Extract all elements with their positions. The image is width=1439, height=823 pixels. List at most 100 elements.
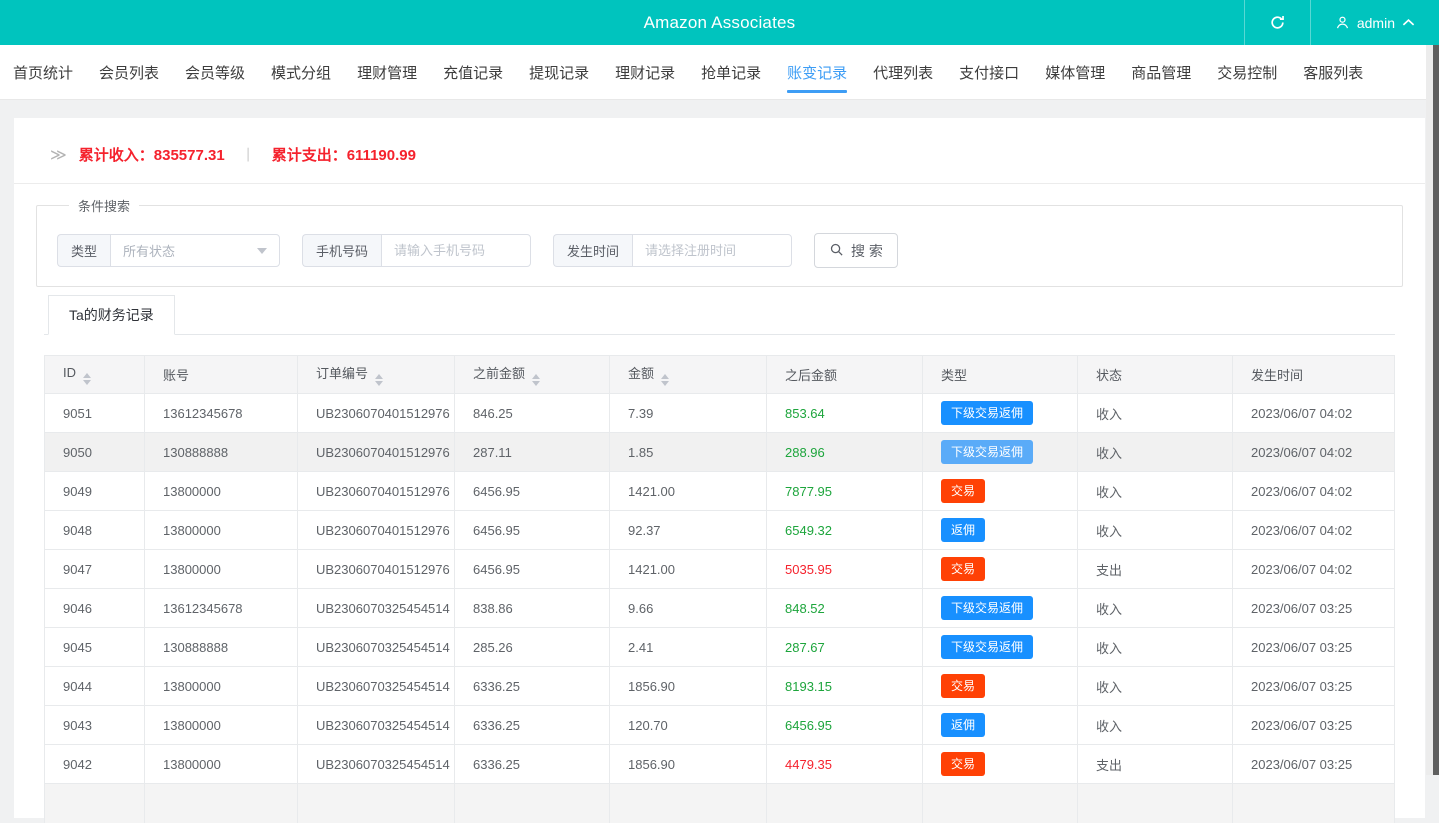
nav-item[interactable]: 代理列表 <box>873 45 933 99</box>
type-tag-button[interactable]: 下级交易返佣 <box>941 440 1033 464</box>
type-tag-button[interactable]: 交易 <box>941 752 985 776</box>
nav-item[interactable]: 交易控制 <box>1217 45 1277 99</box>
sort-icon[interactable] <box>375 374 383 386</box>
type-tag-button[interactable]: 下级交易返佣 <box>941 596 1033 620</box>
cell-status: 收入 <box>1078 472 1233 511</box>
refresh-button[interactable] <box>1244 0 1310 45</box>
table-row[interactable]: 904413800000UB23060703254545146336.25185… <box>45 667 1395 706</box>
cell-before-amount: 6336.25 <box>455 745 610 784</box>
type-tag-button[interactable]: 交易 <box>941 479 985 503</box>
type-filter-group: 类型 所有状态 <box>57 234 280 267</box>
nav-item[interactable]: 充值记录 <box>443 45 503 99</box>
sort-icon[interactable] <box>661 374 669 386</box>
cell-after-amount: 853.64 <box>767 394 923 433</box>
cell-type: 下级交易返佣 <box>923 433 1078 472</box>
nav-item[interactable]: 提现记录 <box>529 45 589 99</box>
type-tag-button[interactable]: 下级交易返佣 <box>941 635 1033 659</box>
cell-before-amount: 6336.25 <box>455 706 610 745</box>
nav-item[interactable]: 商品管理 <box>1131 45 1191 99</box>
cell-after-amount: 5035.95 <box>767 550 923 589</box>
table-row[interactable]: 905113612345678UB2306070401512976846.257… <box>45 394 1395 433</box>
nav-item[interactable]: 理财管理 <box>357 45 417 99</box>
cell-empty <box>610 784 767 823</box>
cell-after-amount: 8193.15 <box>767 667 923 706</box>
nav-item[interactable]: 会员等级 <box>185 45 245 99</box>
type-filter-select[interactable]: 所有状态 <box>110 234 280 267</box>
cell-after-amount: 4479.35 <box>767 745 923 784</box>
nav-item[interactable]: 账变记录 <box>787 45 847 99</box>
sort-icon[interactable] <box>532 374 540 386</box>
cell-account: 130888888 <box>145 628 298 667</box>
table-row[interactable]: 9050130888888UB2306070401512976287.111.8… <box>45 433 1395 472</box>
time-filter-group: 发生时间 <box>553 234 792 267</box>
table-row[interactable]: 9045130888888UB2306070325454514285.262.4… <box>45 628 1395 667</box>
column-header-order_no[interactable]: 订单编号 <box>298 356 455 394</box>
double-chevron-icon: ≫ <box>50 145 67 165</box>
cell-amount: 2.41 <box>610 628 767 667</box>
nav-item[interactable]: 客服列表 <box>1303 45 1363 99</box>
chevron-up-icon <box>1402 18 1415 27</box>
tab-bar: Ta的财务记录 <box>44 295 1395 335</box>
cell-before-amount: 287.11 <box>455 433 610 472</box>
cell-account: 13800000 <box>145 706 298 745</box>
sort-icon[interactable] <box>83 373 91 385</box>
column-header-time: 发生时间 <box>1233 356 1395 394</box>
page-scrollbar-thumb[interactable] <box>1433 45 1439 775</box>
chevron-down-icon <box>257 248 267 254</box>
tab-financial-records[interactable]: Ta的财务记录 <box>48 295 175 335</box>
search-button[interactable]: 搜 索 <box>814 233 898 268</box>
total-income: 累计收入：835577.31 <box>79 144 225 165</box>
cell-before-amount: 846.25 <box>455 394 610 433</box>
cell-time: 2023/06/07 04:02 <box>1233 472 1395 511</box>
type-tag-button[interactable]: 返佣 <box>941 518 985 542</box>
cell-order-no: UB2306070401512976 <box>298 394 455 433</box>
user-menu[interactable]: admin <box>1310 0 1439 45</box>
table-row[interactable]: 904813800000UB23060704015129766456.9592.… <box>45 511 1395 550</box>
cell-after-amount: 7877.95 <box>767 472 923 511</box>
main-nav: 首页统计会员列表会员等级模式分组理财管理充值记录提现记录理财记录抢单记录账变记录… <box>0 45 1439 100</box>
phone-filter-label: 手机号码 <box>302 234 381 267</box>
cell-amount: 1856.90 <box>610 667 767 706</box>
cell-type: 交易 <box>923 472 1078 511</box>
nav-item[interactable]: 支付接口 <box>959 45 1019 99</box>
time-input[interactable] <box>632 234 792 267</box>
cell-type: 返佣 <box>923 706 1078 745</box>
cell-time: 2023/06/07 04:02 <box>1233 511 1395 550</box>
nav-item[interactable]: 会员列表 <box>99 45 159 99</box>
column-header-id[interactable]: ID <box>45 356 145 394</box>
column-header-amount[interactable]: 金额 <box>610 356 767 394</box>
cell-amount: 7.39 <box>610 394 767 433</box>
nav-item[interactable]: 抢单记录 <box>701 45 761 99</box>
cell-type: 交易 <box>923 550 1078 589</box>
cell-empty <box>45 784 145 823</box>
table-row[interactable]: 904213800000UB23060703254545146336.25185… <box>45 745 1395 784</box>
table-row[interactable]: 904713800000UB23060704015129766456.95142… <box>45 550 1395 589</box>
nav-item[interactable]: 首页统计 <box>13 45 73 99</box>
nav-item[interactable]: 理财记录 <box>615 45 675 99</box>
cell-after-amount: 6456.95 <box>767 706 923 745</box>
time-filter-label: 发生时间 <box>553 234 632 267</box>
table-row[interactable]: 904613612345678UB2306070325454514838.869… <box>45 589 1395 628</box>
cell-empty <box>923 784 1078 823</box>
cell-account: 13612345678 <box>145 589 298 628</box>
cell-after-amount: 848.52 <box>767 589 923 628</box>
nav-item[interactable]: 媒体管理 <box>1045 45 1105 99</box>
records-table-body: 905113612345678UB2306070401512976846.257… <box>45 394 1395 823</box>
column-header-before[interactable]: 之前金额 <box>455 356 610 394</box>
cell-id: 9046 <box>45 589 145 628</box>
nav-item[interactable]: 模式分组 <box>271 45 331 99</box>
table-row[interactable]: 904313800000UB23060703254545146336.25120… <box>45 706 1395 745</box>
cell-id: 9047 <box>45 550 145 589</box>
type-tag-button[interactable]: 返佣 <box>941 713 985 737</box>
phone-input[interactable] <box>381 234 531 267</box>
summary-stats: ≫ 累计收入：835577.31 丨 累计支出：611190.99 <box>14 118 1425 184</box>
cell-order-no: UB2306070401512976 <box>298 511 455 550</box>
type-tag-button[interactable]: 交易 <box>941 557 985 581</box>
cell-type: 下级交易返佣 <box>923 628 1078 667</box>
cell-empty <box>1233 784 1395 823</box>
table-row-partial[interactable] <box>45 784 1395 823</box>
table-row[interactable]: 904913800000UB23060704015129766456.95142… <box>45 472 1395 511</box>
type-tag-button[interactable]: 交易 <box>941 674 985 698</box>
cell-before-amount: 6336.25 <box>455 667 610 706</box>
type-tag-button[interactable]: 下级交易返佣 <box>941 401 1033 425</box>
